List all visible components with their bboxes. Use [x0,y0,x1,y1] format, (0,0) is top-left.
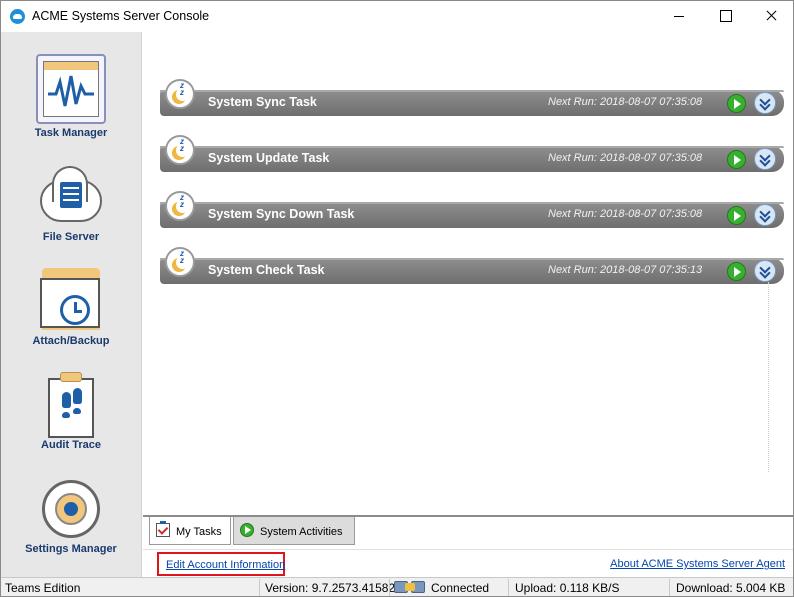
checklist-icon [156,521,170,537]
clipboard-footprints-icon [36,372,106,442]
green-play-icon [240,523,254,537]
sidebar-item-label: Audit Trace [41,439,101,451]
app-window: ACME Systems Server Console Task Manager [0,0,794,597]
run-task-button[interactable] [727,262,746,281]
minimize-button[interactable] [656,1,702,31]
expand-task-button[interactable] [754,260,776,282]
connection-icon [394,579,426,595]
task-next-run: Next Run: 2018-08-07 07:35:13 [548,264,703,276]
task-name: System Update Task [208,151,330,165]
sidebar-item-audit-trace[interactable]: Audit Trace [1,372,141,472]
task-row[interactable]: zz System Update Task Next Run: 2018-08-… [160,135,784,172]
upload-rate: Upload: 0.118 KB/S [515,581,620,595]
task-name: System Sync Down Task [208,207,355,221]
run-task-button[interactable] [727,94,746,113]
close-button[interactable] [748,1,793,31]
task-next-run: Next Run: 2018-08-07 07:35:08 [548,96,703,108]
run-task-button[interactable] [727,150,746,169]
sidebar: Task Manager File Server Attach/Backup A… [1,32,142,577]
expand-task-button[interactable] [754,92,776,114]
scroll-guide [768,282,769,472]
download-rate: Download: 5.004 KB [676,581,786,595]
expand-task-button[interactable] [754,148,776,170]
sidebar-item-label: Settings Manager [25,543,117,555]
sleeping-moon-icon: zz [165,191,195,221]
about-link[interactable]: About ACME Systems Server Agent [610,558,785,570]
sidebar-item-task-manager[interactable]: Task Manager [1,54,141,154]
bottom-tab-bar: My Tasks System Activities [143,515,793,545]
task-list-panel: zz System Sync Task Next Run: 2018-08-07… [143,32,793,515]
sidebar-item-label: Attach/Backup [32,335,110,347]
status-bar: Teams Edition Version: 9.7.2573.41582 Co… [1,577,793,596]
task-name: System Sync Task [208,95,317,109]
activity-monitor-icon [36,54,106,124]
sleeping-moon-icon: zz [165,135,195,165]
task-next-run: Next Run: 2018-08-07 07:35:08 [548,152,703,164]
sleeping-moon-icon: zz [165,79,195,109]
expand-task-button[interactable] [754,204,776,226]
sidebar-item-label: File Server [42,231,100,243]
folder-clock-icon [36,268,106,338]
tab-label: System Activities [260,526,343,538]
tab-my-tasks[interactable]: My Tasks [149,517,231,545]
task-row[interactable]: zz System Check Task Next Run: 2018-08-0… [160,247,784,284]
sleeping-moon-icon: zz [165,247,195,277]
edit-account-link[interactable]: Edit Account Information [157,552,285,576]
tab-label: My Tasks [176,526,222,538]
task-row[interactable]: zz System Sync Task Next Run: 2018-08-07… [160,79,784,116]
tab-system-activities[interactable]: System Activities [233,517,355,545]
app-cloud-icon [10,9,25,24]
cloud-server-icon [36,162,106,232]
sidebar-item-label: Task Manager [34,127,108,139]
edition-label: Teams Edition [5,581,81,595]
task-name: System Check Task [208,263,325,277]
links-bar: Edit Account Information About ACME Syst… [143,549,793,577]
title-bar: ACME Systems Server Console [1,1,793,31]
version-label: Version: 9.7.2573.41582 [265,581,396,595]
sidebar-item-settings-manager[interactable]: Settings Manager [1,474,141,574]
task-next-run: Next Run: 2018-08-07 07:35:08 [548,208,703,220]
maximize-button[interactable] [702,1,748,31]
task-row[interactable]: zz System Sync Down Task Next Run: 2018-… [160,191,784,228]
run-task-button[interactable] [727,206,746,225]
connection-status: Connected [431,581,490,595]
sidebar-item-file-server[interactable]: File Server [1,162,141,262]
gear-icon [36,474,106,544]
sidebar-item-attach-backup[interactable]: Attach/Backup [1,268,141,368]
window-title: ACME Systems Server Console [32,9,210,23]
